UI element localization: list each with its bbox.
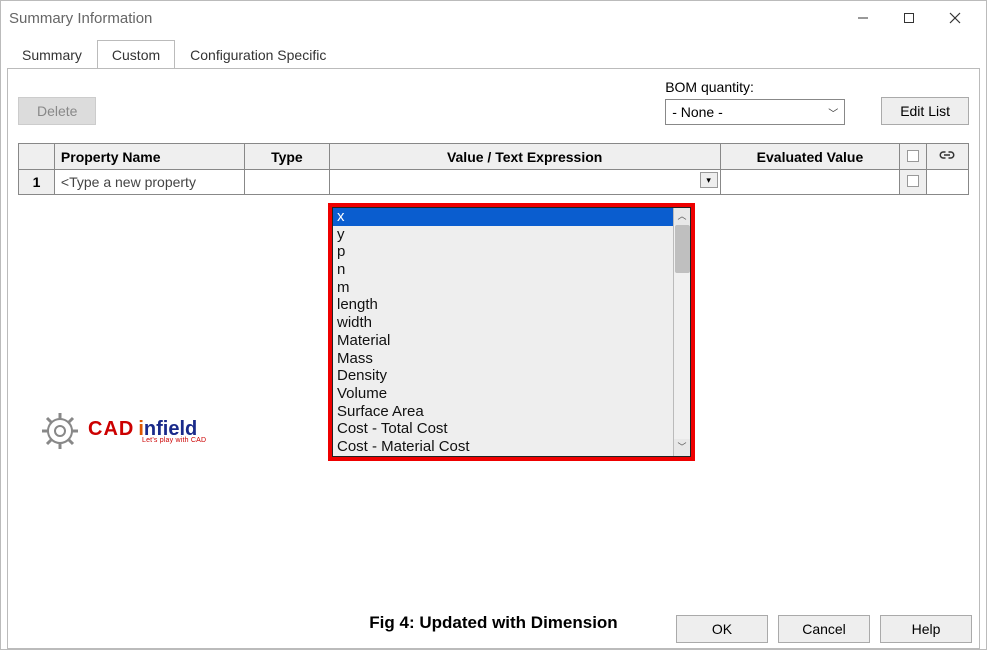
dropdown-item[interactable]: x xyxy=(333,208,690,226)
value-cell[interactable]: ▾ xyxy=(329,170,720,195)
properties-grid: Property Name Type Value / Text Expressi… xyxy=(18,143,969,195)
delete-button[interactable]: Delete xyxy=(18,97,96,125)
bom-group: BOM quantity: - None - ﹀ xyxy=(665,79,845,125)
dropdown-item[interactable]: Cost - Total Cost xyxy=(333,420,690,438)
dropdown-item[interactable]: Mass xyxy=(333,350,690,368)
dropdown-item[interactable]: Material xyxy=(333,332,690,350)
dropdown-item[interactable]: Surface Area xyxy=(333,403,690,421)
grid-corner xyxy=(19,144,55,170)
col-property-name: Property Name xyxy=(54,144,244,170)
scroll-down-icon[interactable]: ﹀ xyxy=(674,439,690,456)
table-row[interactable]: 1 <Type a new property ▾ xyxy=(19,170,969,195)
col-checkbox xyxy=(900,144,926,170)
row-checkbox[interactable] xyxy=(900,170,926,195)
value-dropdown-list[interactable]: x y p n m length width Material Mass Den… xyxy=(332,207,691,457)
help-button[interactable]: Help xyxy=(880,615,972,643)
row-link-cell[interactable] xyxy=(926,170,968,195)
scroll-thumb[interactable] xyxy=(675,225,690,273)
watermark-logo: CAD infield Let's play with CAD xyxy=(38,409,206,453)
window-title: Summary Information xyxy=(9,10,840,27)
evaluated-cell xyxy=(720,170,900,195)
pencil-icon: i xyxy=(138,418,144,441)
dropdown-item[interactable]: Volume xyxy=(333,385,690,403)
value-dropdown-highlight: x y p n m length width Material Mass Den… xyxy=(328,203,695,461)
gear-icon xyxy=(38,409,82,453)
dropdown-item[interactable]: length xyxy=(333,296,690,314)
dropdown-scrollbar[interactable]: ︿ ﹀ xyxy=(673,208,690,456)
dropdown-item[interactable]: y xyxy=(333,226,690,244)
dropdown-item[interactable]: n xyxy=(333,261,690,279)
tab-summary[interactable]: Summary xyxy=(7,40,97,69)
dropdown-item[interactable]: m xyxy=(333,279,690,297)
col-link xyxy=(926,144,968,170)
value-dropdown-button[interactable]: ▾ xyxy=(700,172,718,188)
link-icon xyxy=(938,149,956,165)
row-number: 1 xyxy=(19,170,55,195)
chevron-down-icon: ﹀ xyxy=(828,105,838,120)
close-button[interactable] xyxy=(932,3,978,33)
scroll-up-icon[interactable]: ︿ xyxy=(674,208,690,225)
minimize-button[interactable] xyxy=(840,3,886,33)
dropdown-item[interactable]: Density xyxy=(333,367,690,385)
ok-button[interactable]: OK xyxy=(676,615,768,643)
property-name-cell[interactable]: <Type a new property xyxy=(54,170,244,195)
dialog-body: Summary Custom Configuration Specific De… xyxy=(1,35,986,649)
dropdown-item[interactable]: p xyxy=(333,243,690,261)
grid-header-row: Property Name Type Value / Text Expressi… xyxy=(19,144,969,170)
tab-configuration-specific[interactable]: Configuration Specific xyxy=(175,40,341,69)
bom-label: BOM quantity: xyxy=(665,79,845,95)
logo-tagline: Let's play with CAD xyxy=(142,437,206,444)
dropdown-item[interactable]: width xyxy=(333,314,690,332)
dialog-footer: OK Cancel Help xyxy=(676,615,972,643)
toolbar-row: Delete BOM quantity: - None - ﹀ Edit Lis… xyxy=(18,79,969,125)
tab-bar: Summary Custom Configuration Specific xyxy=(7,39,980,68)
edit-list-button[interactable]: Edit List xyxy=(881,97,969,125)
tab-custom[interactable]: Custom xyxy=(97,40,175,69)
maximize-button[interactable] xyxy=(886,3,932,33)
window: Summary Information Summary Custom Confi… xyxy=(0,0,987,650)
type-cell[interactable] xyxy=(245,170,330,195)
col-value: Value / Text Expression xyxy=(329,144,720,170)
col-type: Type xyxy=(245,144,330,170)
titlebar: Summary Information xyxy=(1,1,986,35)
bom-quantity-value: - None - xyxy=(672,104,723,120)
cancel-button[interactable]: Cancel xyxy=(778,615,870,643)
dropdown-item[interactable]: Cost - Material Cost xyxy=(333,438,690,456)
col-evaluated: Evaluated Value xyxy=(720,144,900,170)
bom-quantity-select[interactable]: - None - ﹀ xyxy=(665,99,845,125)
